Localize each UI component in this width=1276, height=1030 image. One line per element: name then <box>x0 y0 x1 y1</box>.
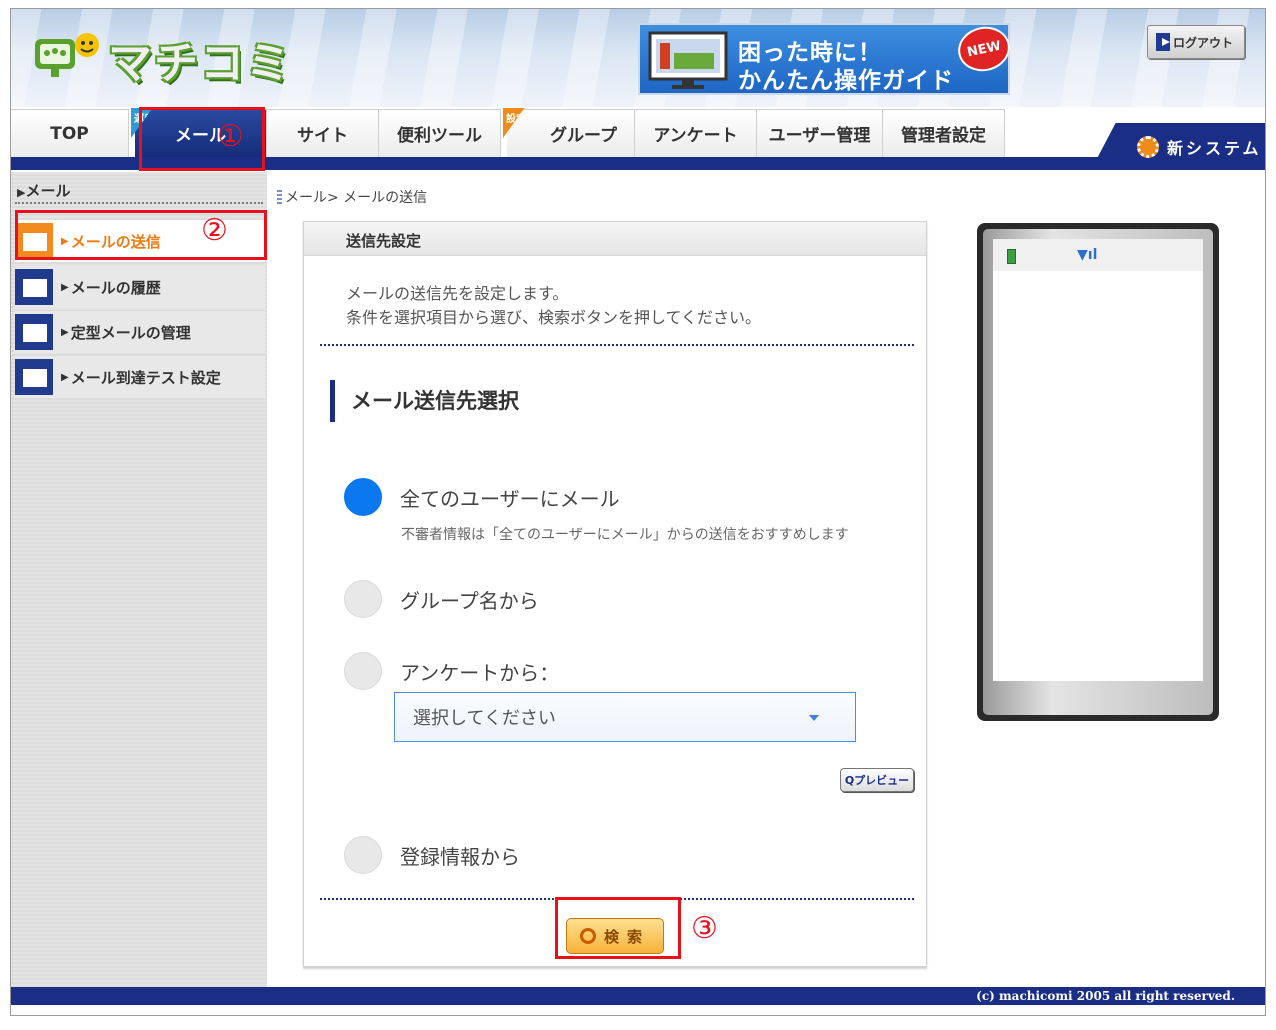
option-label: 登録情報から <box>400 844 520 869</box>
option-by-registration[interactable]: 登録情報から <box>344 836 520 874</box>
sidebar-divider <box>15 202 263 204</box>
tab-label: ユーザー管理 <box>768 126 871 146</box>
battery-icon <box>1007 249 1016 264</box>
sidebar-item-label: メールの履歴 <box>70 278 161 297</box>
radio-button[interactable] <box>344 652 382 690</box>
gear-icon <box>1137 135 1159 158</box>
option-label: 全てのユーザーにメール <box>400 486 620 511</box>
chevron-down-icon <box>809 715 819 721</box>
logo-text: マチコミ <box>108 38 292 89</box>
sidebar-item-mail-history[interactable]: ▶ メールの履歴 <box>15 266 265 308</box>
operation-guide-banner[interactable]: 困った時に！ かんたん操作ガイド NEW <box>638 22 1015 95</box>
annotation-box-3 <box>555 897 681 959</box>
annotation-number-1: ① <box>217 119 244 154</box>
option-label: アンケートから： <box>400 660 560 685</box>
radio-button[interactable] <box>344 836 382 874</box>
tab-label: 便利ツール <box>397 126 482 146</box>
panel-title: 送信先設定 <box>304 222 926 256</box>
breadcrumb: メール> メールの送信 <box>277 187 427 207</box>
annotation-number-2: ② <box>201 213 228 248</box>
new-system-link[interactable]: 新システム <box>1091 123 1265 170</box>
mail-history-icon <box>15 269 53 305</box>
recommendation-hint: 不審者情報は「全てのユーザーにメール」からの送信をおすすめします <box>401 527 849 543</box>
panel-description-1: メールの送信先を設定します。 <box>346 284 569 303</box>
sidebar-item-label: メール到達テスト設定 <box>70 368 221 387</box>
panel-description-2: 条件を選択項目から選び、検索ボタンを押してください。 <box>346 308 762 327</box>
tab-label: グループ <box>550 126 617 146</box>
tab-tools[interactable]: 便利ツール <box>379 109 501 157</box>
chevron-right-icon: ▶ <box>61 326 69 338</box>
tab-top[interactable]: TOP <box>11 109 129 157</box>
tab-site[interactable]: サイト <box>267 109 379 157</box>
chevron-right-icon: ▶ <box>61 281 69 293</box>
annotation-box-1 <box>139 107 265 171</box>
tab-group[interactable]: 設定 グループ <box>503 108 635 157</box>
tab-user-management[interactable]: ユーザー管理 <box>757 109 883 157</box>
tab-label: アンケート <box>653 126 738 146</box>
sidebar-item-delivery-test[interactable]: ▶ メール到達テスト設定 <box>15 356 265 398</box>
divider <box>320 344 914 346</box>
new-system-label: 新システム <box>1167 138 1262 158</box>
ribbon-settei: 設定 <box>503 108 525 138</box>
monitor-icon <box>648 31 728 89</box>
sidebar: ▶メール ▶ メールの送信 ▶ メールの履歴 ▶ 定型メールの管理 ▶ メール到… <box>11 172 267 987</box>
new-badge: NEW <box>953 22 1015 76</box>
mail-check-icon <box>15 359 53 395</box>
option-label: グループ名から <box>400 588 539 613</box>
signal-icon: ▼ıl <box>1077 247 1098 263</box>
sidebar-item-template-mail[interactable]: ▶ 定型メールの管理 <box>15 311 265 353</box>
logo-people-icon <box>35 33 99 77</box>
option-by-group[interactable]: グループ名から <box>344 580 539 618</box>
select-value: 選択してください <box>413 708 556 729</box>
phone-screen: ▼ıl <box>993 239 1203 681</box>
template-mail-icon <box>15 314 53 350</box>
sidebar-item-label: 定型メールの管理 <box>70 323 191 342</box>
annotation-box-2 <box>15 210 267 260</box>
tab-admin-settings[interactable]: 管理者設定 <box>883 109 1005 157</box>
tab-survey[interactable]: アンケート <box>635 109 757 157</box>
logout-label: ログアウト <box>1173 35 1234 50</box>
tab-label: TOP <box>50 123 89 144</box>
machicomi-logo[interactable]: マチコミ <box>33 23 303 89</box>
sidebar-heading: ▶メール <box>17 182 71 200</box>
tab-label: 管理者設定 <box>901 126 986 146</box>
phone-preview: ▼ıl <box>977 223 1219 721</box>
logout-button[interactable]: ログアウト <box>1147 25 1245 59</box>
option-by-survey[interactable]: アンケートから： <box>344 652 559 690</box>
chevron-right-icon: ▶ <box>61 371 69 383</box>
footer-copyright: (c) machicomi 2005 all right reserved. <box>11 987 1265 1005</box>
recipient-settings-panel: 送信先設定 メールの送信先を設定します。 条件を選択項目から選び、検索ボタンを押… <box>303 221 927 967</box>
radio-button-selected[interactable] <box>344 478 382 516</box>
annotation-number-3: ③ <box>691 911 718 946</box>
app-window: マチコミ 困った時に！ かんたん操作ガイド NEW ログアウト TOP 運用 メ… <box>10 8 1266 1016</box>
section-title: メール送信先選択 <box>330 380 519 422</box>
guide-line2: かんたん操作ガイド <box>738 68 954 94</box>
radio-button[interactable] <box>344 580 382 618</box>
tab-label: サイト <box>297 126 348 146</box>
option-all-users[interactable]: 全てのユーザーにメール <box>344 478 620 516</box>
logout-door-icon <box>1156 33 1170 51</box>
survey-select[interactable]: 選択してください <box>394 692 856 742</box>
phone-status-bar: ▼ıl <box>993 239 1203 271</box>
header: マチコミ 困った時に！ かんたん操作ガイド NEW ログアウト <box>11 9 1265 107</box>
preview-button[interactable]: Qプレビュー <box>840 768 914 792</box>
